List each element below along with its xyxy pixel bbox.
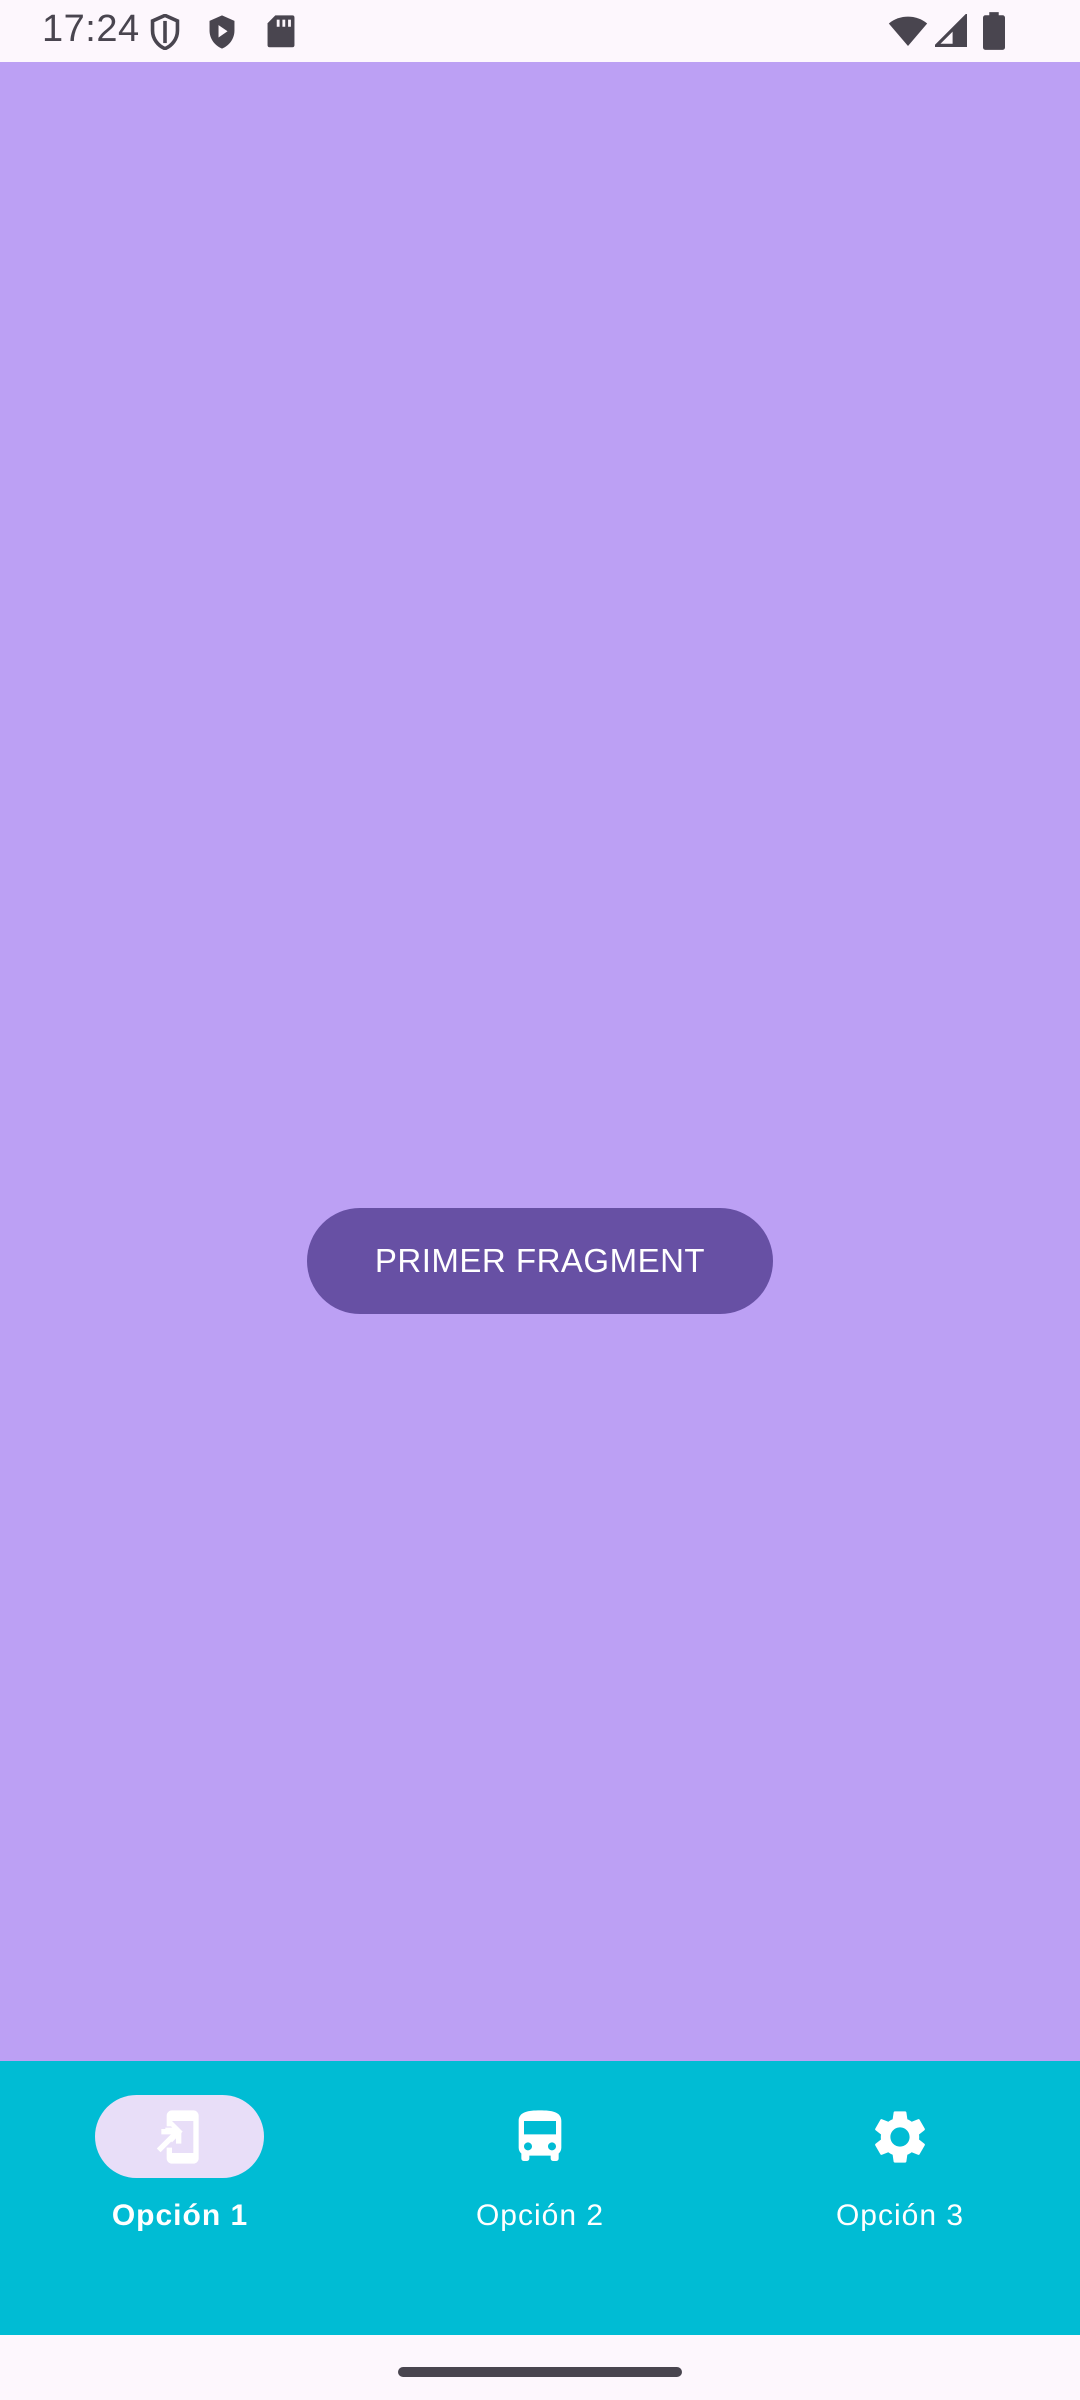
fragment-container: PRIMER FRAGMENT — [0, 62, 1080, 2061]
signal-icon — [935, 14, 967, 47]
status-bar: 17:24 — [0, 0, 1080, 62]
phone-forward-icon — [156, 2110, 199, 2164]
nav-label: Opción 1 — [111, 2199, 249, 2232]
shield-icon — [150, 14, 180, 50]
nav-label: Opción 3 — [835, 2199, 965, 2232]
nav-item-opcion-2[interactable]: Opción 2 — [360, 2061, 720, 2335]
gear-icon — [875, 2111, 925, 2163]
battery-icon — [983, 12, 1005, 50]
nav-item-opcion-3[interactable]: Opción 3 — [720, 2061, 1080, 2335]
play-protect-icon — [209, 15, 235, 49]
home-gesture-handle[interactable] — [398, 2367, 682, 2377]
gesture-navigation-area — [0, 2335, 1080, 2400]
status-time: 17:24 — [42, 8, 140, 50]
sd-card-icon — [267, 15, 295, 48]
primer-fragment-button[interactable]: PRIMER FRAGMENT — [307, 1208, 773, 1314]
bottom-navigation: Opción 1 Opción 2 Opción 3 — [0, 2061, 1080, 2335]
wifi-icon — [888, 16, 928, 46]
nav-item-opcion-1[interactable]: Opción 1 — [0, 2061, 360, 2335]
nav-label: Opción 2 — [475, 2199, 605, 2232]
bus-icon — [518, 2110, 562, 2161]
